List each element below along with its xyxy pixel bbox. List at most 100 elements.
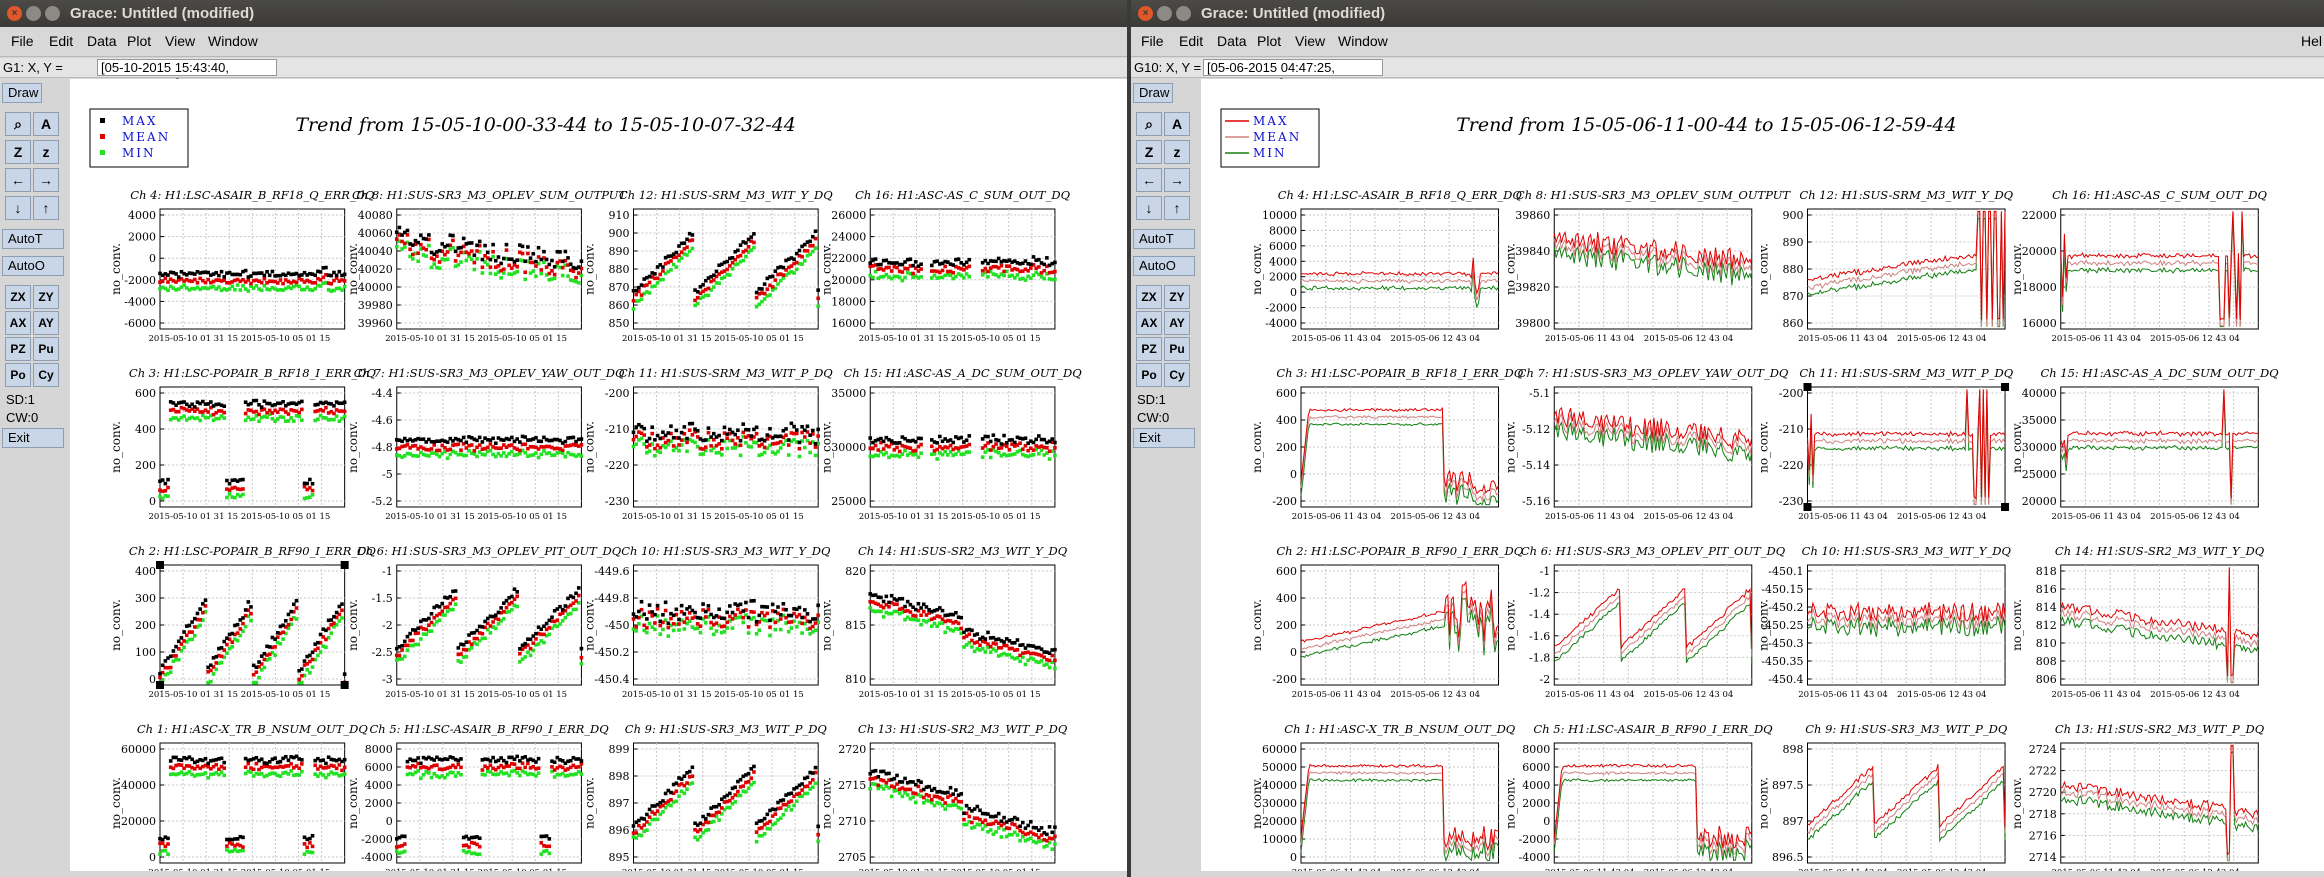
trend-panel[interactable]: Ch 14: H1:SUS-SR2_M3_WIT_Y_DQ81881681481… (2010, 544, 2265, 700)
arrow-up-icon[interactable]: ↑ (1164, 196, 1190, 220)
exit-button[interactable]: Exit (2, 428, 64, 448)
autoscale-text-icon[interactable]: A (1164, 112, 1190, 136)
selection-handle[interactable] (340, 561, 349, 569)
zoom-out-icon[interactable]: z (33, 140, 59, 164)
draw-button[interactable]: Draw (2, 83, 42, 103)
trend-panel[interactable]: Ch 12: H1:SUS-SRM_M3_WIT_Y_DQ90089088087… (1757, 188, 2014, 344)
data-point (246, 289, 251, 293)
selection-handle[interactable] (156, 681, 164, 689)
trend-panel[interactable]: Ch 10: H1:SUS-SR3_M3_WIT_Y_DQ-450.1-450.… (1757, 544, 2012, 700)
data-point (813, 453, 818, 458)
cy-icon[interactable]: Cy (1164, 363, 1190, 387)
autot-button[interactable]: AutoT (1133, 229, 1195, 249)
trend-plots[interactable]: MAXMEANMINTrend from 15-05-06-11-00-44 t… (1201, 79, 2324, 877)
autoo-button[interactable]: AutoO (2, 256, 64, 276)
pu-icon[interactable]: Pu (33, 337, 59, 361)
data-point (518, 651, 522, 656)
menu-edit[interactable]: Edit (49, 33, 73, 49)
arrow-down-icon[interactable]: ↓ (5, 196, 31, 220)
exit-button[interactable]: Exit (1133, 428, 1195, 448)
trend-panel[interactable]: Ch 10: H1:SUS-SR3_M3_WIT_Y_DQ-449.6-449.… (583, 544, 832, 700)
trend-panel[interactable]: Ch 14: H1:SUS-SR2_M3_WIT_Y_DQ82081581020… (819, 544, 1068, 700)
plot-title: Trend from 15-05-06-11-00-44 to 15-05-06… (1456, 114, 1957, 136)
trend-panel[interactable]: Ch 15: H1:ASC-AS_A_DC_SUM_OUT_DQ35000300… (819, 366, 1082, 522)
data-point (703, 620, 708, 625)
maximize-window-button[interactable] (45, 6, 60, 21)
trend-plots[interactable]: MAXMEANMINTrend from 15-05-10-00-33-44 t… (70, 79, 1127, 877)
menu-data[interactable]: Data (87, 33, 117, 49)
trend-panel[interactable]: Ch 15: H1:ASC-AS_A_DC_SUM_OUT_DQ40000350… (2010, 366, 2279, 522)
zoom-icon[interactable]: ⌕ (1136, 112, 1162, 136)
menu-data[interactable]: Data (1217, 33, 1247, 49)
trend-panel[interactable]: Ch 6: H1:SUS-SR3_M3_OPLEV_PIT_OUT_DQ-1-1… (346, 544, 622, 700)
po-icon[interactable]: Po (5, 363, 31, 387)
data-point (158, 675, 162, 680)
zoom-in-icon[interactable]: Z (5, 140, 31, 164)
autoo-button[interactable]: AutoO (1133, 256, 1195, 276)
trend-panel[interactable]: Ch 2: H1:LSC-POPAIR_B_RF90_I_ERR_DQ60040… (1250, 544, 1524, 700)
menu-file[interactable]: File (11, 33, 34, 49)
zoom-icon[interactable]: ⌕ (5, 112, 31, 136)
cy-icon[interactable]: Cy (33, 363, 59, 387)
data-point (262, 273, 267, 278)
zoom-out-icon[interactable]: z (1164, 140, 1190, 164)
maximize-window-button[interactable] (1176, 6, 1191, 21)
close-window-button[interactable]: × (1138, 6, 1153, 21)
menu-plot[interactable]: Plot (1257, 33, 1281, 49)
trend-panel[interactable]: Ch 3: H1:LSC-POPAIR_B_RF18_I_ERR_DQ60040… (1250, 366, 1524, 522)
trend-panel[interactable]: Ch 2: H1:LSC-POPAIR_B_RF90_I_ERR_DQ40030… (109, 544, 376, 700)
ay-icon[interactable]: AY (1164, 311, 1190, 335)
menu-help[interactable]: Hel (2301, 33, 2322, 49)
data-point (574, 599, 578, 603)
zx-icon[interactable]: ZX (1136, 285, 1162, 309)
data-point (711, 285, 716, 289)
menu-window[interactable]: Window (1338, 33, 1388, 49)
y-tick-label: -5.1 (1529, 387, 1550, 400)
ax-icon[interactable]: AX (5, 311, 31, 335)
minimize-window-button[interactable] (26, 6, 41, 21)
graph-canvas[interactable]: MAX MEAN MIN Trend from 15-05-06-11-00-44 t… (1201, 79, 2324, 877)
draw-button[interactable]: Draw (1133, 83, 1173, 103)
data-point (1037, 257, 1041, 262)
arrow-right-icon[interactable]: → (33, 168, 59, 192)
data-point (273, 756, 277, 761)
trend-panel[interactable]: Ch 4: H1:LSC-ASAIR_B_RF18_Q_ERR_DQ100008… (1250, 188, 1522, 344)
zoom-in-icon[interactable]: Z (1136, 140, 1162, 164)
menu-edit[interactable]: Edit (1179, 33, 1203, 49)
selection-handle[interactable] (1803, 503, 1812, 511)
zy-icon[interactable]: ZY (1164, 285, 1190, 309)
menu-view[interactable]: View (165, 33, 195, 49)
arrow-left-icon[interactable]: ← (1136, 168, 1162, 192)
selection-handle[interactable] (340, 681, 349, 689)
menu-plot[interactable]: Plot (127, 33, 151, 49)
po-icon[interactable]: Po (1136, 363, 1162, 387)
data-point (768, 426, 772, 431)
ax-icon[interactable]: AX (1136, 311, 1162, 335)
menu-window[interactable]: Window (208, 33, 258, 49)
pz-icon[interactable]: PZ (5, 337, 31, 361)
selection-handle[interactable] (2001, 383, 2010, 391)
minimize-window-button[interactable] (1157, 6, 1172, 21)
ay-icon[interactable]: AY (33, 311, 59, 335)
autoscale-text-icon[interactable]: A (33, 112, 59, 136)
selection-handle[interactable] (1803, 383, 1812, 391)
pu-icon[interactable]: Pu (1164, 337, 1190, 361)
selection-handle[interactable] (2001, 503, 2010, 511)
close-window-button[interactable]: × (7, 6, 22, 21)
autot-button[interactable]: AutoT (2, 229, 64, 249)
zx-icon[interactable]: ZX (5, 285, 31, 309)
arrow-right-icon[interactable]: → (1164, 168, 1190, 192)
arrow-left-icon[interactable]: ← (5, 168, 31, 192)
arrow-down-icon[interactable]: ↓ (1136, 196, 1162, 220)
arrow-up-icon[interactable]: ↑ (33, 196, 59, 220)
zy-icon[interactable]: ZY (33, 285, 59, 309)
graph-canvas[interactable]: MAX MEAN MIN Trend from 15-05-10-00-33-44 t… (70, 79, 1127, 877)
pz-icon[interactable]: PZ (1136, 337, 1162, 361)
y-tick-label: 2000 (1522, 797, 1550, 810)
menu-view[interactable]: View (1295, 33, 1325, 49)
trend-panel[interactable]: Ch 12: H1:SUS-SRM_M3_WIT_Y_DQ91090089088… (583, 188, 834, 344)
data-point (464, 648, 469, 652)
menu-file[interactable]: File (1141, 33, 1164, 49)
selection-handle[interactable] (156, 561, 164, 569)
x-tick-label: 2015-05-10 01 31 15 (622, 690, 712, 700)
